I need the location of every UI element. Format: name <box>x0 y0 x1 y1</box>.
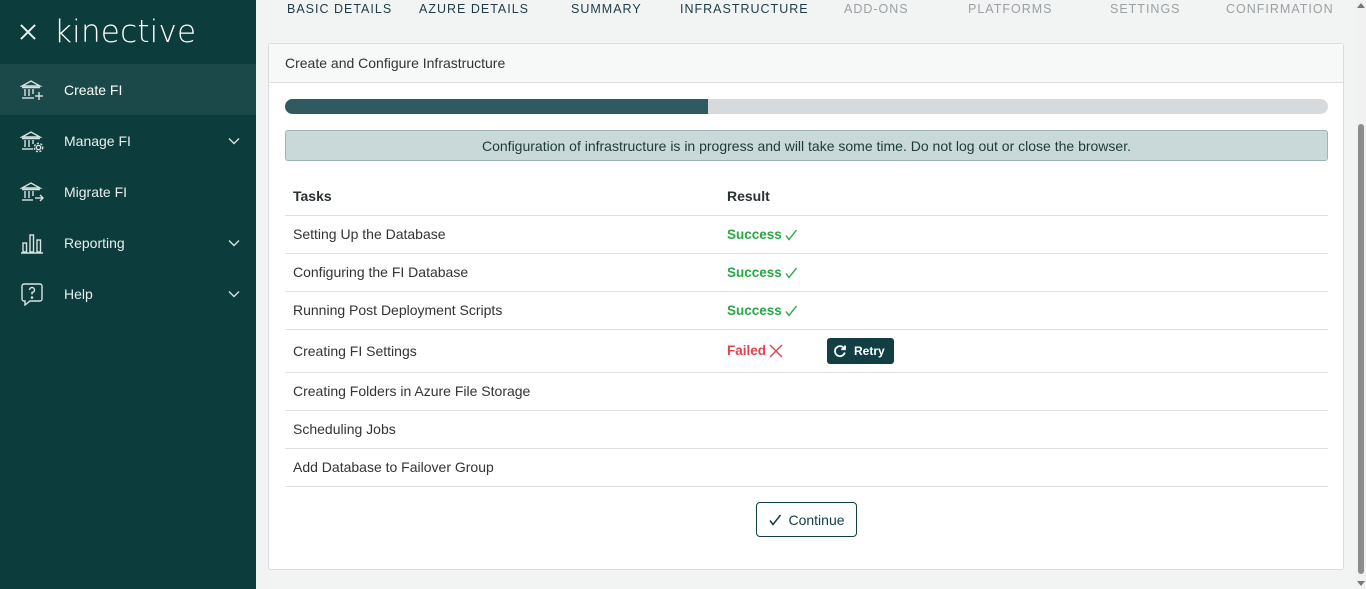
task-result-cell <box>719 410 1328 449</box>
table-row: Creating Folders in Azure File Storage <box>285 372 1328 411</box>
sidebar-item-label: Manage FI <box>64 132 131 149</box>
brand-logo: kinective <box>54 13 197 50</box>
task-name: Add Database to Failover Group <box>285 448 719 487</box>
task-name: Creating FI Settings <box>285 329 719 373</box>
scroll-up-icon[interactable] <box>1357 3 1365 8</box>
task-result-cell: Success <box>719 291 1328 330</box>
step-azure-details[interactable]: AZURE DETAILS <box>419 2 529 16</box>
sidebar-item-migrate-fi[interactable]: Migrate FI <box>0 166 256 217</box>
sidebar-item-label: Help <box>64 285 93 302</box>
sidebar-item-create-fi[interactable]: Create FI <box>0 64 256 115</box>
task-result-cell: Success <box>719 253 1328 292</box>
table-row: Add Database to Failover Group <box>285 448 1328 487</box>
task-name: Configuring the FI Database <box>285 253 719 292</box>
task-name: Scheduling Jobs <box>285 410 719 449</box>
table-row: Setting Up the Database Success <box>285 215 1328 254</box>
retry-label: Retry <box>854 343 885 358</box>
progress-bar-fill <box>285 99 709 114</box>
table-row: Creating FI Settings Failed Retry <box>285 329 1328 373</box>
scroll-down-icon[interactable] <box>1357 581 1365 586</box>
page-scrollbar[interactable] <box>1356 0 1366 589</box>
step-platforms: PLATFORMS <box>968 2 1053 16</box>
refresh-icon <box>834 344 846 357</box>
task-name: Running Post Deployment Scripts <box>285 291 719 330</box>
card-title: Create and Configure Infrastructure <box>269 44 1343 83</box>
bank-arrow-icon <box>20 180 44 204</box>
result-text: Success <box>727 227 782 242</box>
checkmark-icon <box>785 267 797 279</box>
task-result-cell: Success <box>719 215 1328 254</box>
progress-notice: Configuration of infrastructure is in pr… <box>285 130 1328 161</box>
chevron-down-icon <box>228 288 240 300</box>
sidebar: kinective Create FI Manage FI Migrate FI… <box>0 0 256 589</box>
result-text: Success <box>727 303 782 318</box>
column-header-result: Result <box>719 177 1328 216</box>
task-result-cell: Failed Retry <box>719 329 1328 373</box>
checkmark-icon <box>768 513 782 527</box>
sidebar-item-manage-fi[interactable]: Manage FI <box>0 115 256 166</box>
step-infrastructure[interactable]: INFRASTRUCTURE <box>680 2 809 16</box>
column-header-tasks: Tasks <box>285 177 719 216</box>
step-confirmation: CONFIRMATION <box>1226 2 1334 16</box>
scrollbar-thumb[interactable] <box>1358 124 1364 574</box>
step-summary[interactable]: SUMMARY <box>571 2 642 16</box>
sidebar-brand: kinective <box>0 0 256 64</box>
table-row: Scheduling Jobs <box>285 410 1328 449</box>
continue-button[interactable]: Continue <box>756 502 857 537</box>
task-name: Setting Up the Database <box>285 215 719 254</box>
success-status: Success <box>727 303 798 318</box>
chevron-down-icon <box>228 135 240 147</box>
progress-bar <box>285 99 1328 114</box>
checkmark-icon <box>785 305 797 317</box>
result-text: Success <box>727 265 782 280</box>
table-row: Running Post Deployment Scripts Success <box>285 291 1328 330</box>
close-icon[interactable] <box>19 23 37 41</box>
retry-button[interactable]: Retry <box>827 337 894 364</box>
help-bubble-icon <box>20 282 44 306</box>
chevron-down-icon <box>228 237 240 249</box>
failed-status: Failed <box>727 343 827 359</box>
step-settings: SETTINGS <box>1110 2 1181 16</box>
step-basic-details[interactable]: BASIC DETAILS <box>287 2 392 16</box>
sidebar-item-reporting[interactable]: Reporting <box>0 217 256 268</box>
bank-add-icon <box>20 78 44 102</box>
table-row: Configuring the FI Database Success <box>285 253 1328 292</box>
bank-gear-icon <box>20 129 44 153</box>
sidebar-item-label: Create FI <box>64 81 123 98</box>
success-status: Success <box>727 227 798 242</box>
result-text: Failed <box>727 343 767 358</box>
bar-chart-icon <box>20 231 44 255</box>
sidebar-item-label: Reporting <box>64 234 125 251</box>
checkmark-icon <box>785 229 797 241</box>
success-status: Success <box>727 265 798 280</box>
sidebar-item-help[interactable]: Help <box>0 268 256 319</box>
continue-label: Continue <box>788 511 845 528</box>
tasks-table: Tasks Result Setting Up the Database Suc… <box>285 177 1328 487</box>
cross-icon <box>769 344 783 357</box>
task-name: Creating Folders in Azure File Storage <box>285 372 719 411</box>
task-result-cell <box>719 448 1328 487</box>
step-add-ons: ADD-ONS <box>844 2 909 16</box>
sidebar-item-label: Migrate FI <box>64 183 128 200</box>
task-result-cell <box>719 372 1328 411</box>
wizard-steps: BASIC DETAILS AZURE DETAILS SUMMARY INFR… <box>268 0 1344 22</box>
infrastructure-card: Create and Configure Infrastructure Conf… <box>268 43 1344 570</box>
table-header-row: Tasks Result <box>285 177 1328 216</box>
